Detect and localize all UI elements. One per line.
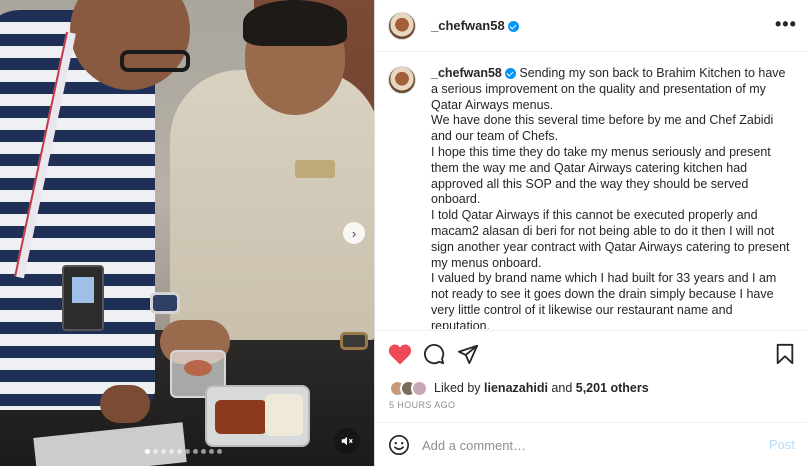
id-badge-photo xyxy=(72,277,94,303)
caption-avatar[interactable] xyxy=(388,66,416,94)
likes-count[interactable]: 5,201 others xyxy=(576,381,649,395)
comment-button[interactable] xyxy=(421,341,447,367)
chef-jacket-logo xyxy=(295,160,335,178)
speaker-muted-icon xyxy=(341,436,353,446)
emoji-button[interactable] xyxy=(388,434,410,456)
carousel-dot xyxy=(217,449,222,454)
chevron-right-icon: › xyxy=(351,225,357,241)
carousel-dot xyxy=(161,449,166,454)
likes-summary: Liked by lienazahidi and 5,201 others xyxy=(389,378,799,398)
avatar[interactable] xyxy=(388,12,416,40)
save-button[interactable] xyxy=(772,341,798,367)
like-button[interactable] xyxy=(387,341,413,367)
person-right-chef-jacket xyxy=(170,70,374,340)
post-author-username[interactable]: _chefwan58 xyxy=(431,18,505,33)
comment-input[interactable] xyxy=(422,435,752,455)
carousel-dot xyxy=(193,449,198,454)
emoji-smile-icon xyxy=(389,435,409,455)
add-comment-bar: Post xyxy=(375,422,807,466)
carousel-dot xyxy=(177,449,182,454)
post-timestamp[interactable]: 5 HOURS AGO xyxy=(389,400,455,410)
carousel-dot xyxy=(169,449,174,454)
bookmark-icon xyxy=(776,343,794,365)
post-caption: _chefwan58 Sending my son back to Brahim… xyxy=(431,66,791,329)
carousel-dot xyxy=(153,449,158,454)
liker-avatar[interactable] xyxy=(411,379,428,397)
hand-left xyxy=(100,385,150,423)
next-slide-button[interactable]: › xyxy=(343,222,365,244)
post-sidebar: _chefwan58 ••• _chefwan58 Sending my son… xyxy=(374,0,807,466)
carousel-dot xyxy=(185,449,190,454)
caption-paragraph-2: We have done this several time before by… xyxy=(431,113,774,144)
mute-button[interactable] xyxy=(334,428,360,454)
caption-paragraph-1: _chefwan58 Sending my son back to Brahim… xyxy=(431,66,791,113)
caption-username[interactable]: _chefwan58 xyxy=(431,66,502,80)
carousel-dot xyxy=(201,449,206,454)
carousel-dot xyxy=(209,449,214,454)
post-media[interactable]: › xyxy=(0,0,374,466)
share-button[interactable] xyxy=(455,341,481,367)
video-frame xyxy=(0,0,374,466)
carousel-dot xyxy=(145,449,150,454)
verified-badge-icon xyxy=(507,21,519,33)
meal-curry xyxy=(215,400,267,434)
meal-rice xyxy=(265,394,303,436)
likes-text: Liked by lienazahidi and 5,201 others xyxy=(434,381,649,395)
wristwatch-left xyxy=(150,292,180,314)
more-horizontal-icon: ••• xyxy=(775,14,797,34)
action-bar xyxy=(375,330,807,374)
id-badge xyxy=(62,265,104,331)
person-right-hair xyxy=(243,0,347,46)
comments-section[interactable]: _chefwan58 Sending my son back to Brahim… xyxy=(375,53,807,329)
post-header: _chefwan58 ••• xyxy=(375,0,807,52)
sauce xyxy=(184,360,212,376)
caption-paragraph-4: I told Qatar Airways if this cannot be e… xyxy=(431,208,790,270)
paper-plane-icon xyxy=(457,344,479,365)
caption-paragraph-3: I hope this time they do take my menus s… xyxy=(431,144,771,207)
liker-username[interactable]: lienazahidi xyxy=(484,381,548,395)
carousel-dots xyxy=(145,449,222,454)
verified-badge-icon xyxy=(504,68,516,80)
comment-bubble-icon xyxy=(424,343,445,365)
wristwatch-right xyxy=(340,332,368,350)
more-options-button[interactable]: ••• xyxy=(775,14,797,35)
post-author[interactable]: _chefwan58 xyxy=(431,18,519,33)
post-comment-button[interactable]: Post xyxy=(769,437,795,452)
heart-filled-icon xyxy=(388,344,412,365)
person-left-glasses xyxy=(120,50,190,72)
caption-paragraph-5: I valued by brand name which I had built… xyxy=(431,271,777,329)
